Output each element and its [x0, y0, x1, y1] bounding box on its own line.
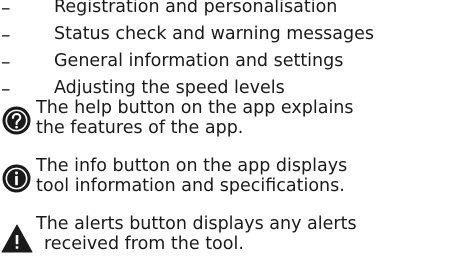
warning-triangle-icon — [1, 224, 33, 253]
help-question-icon — [2, 106, 31, 135]
bullet-dash: – — [1, 78, 11, 100]
list-item-text: Adjusting the speed levels — [54, 78, 285, 98]
list-item: – Registration and personalisation — [0, 0, 463, 20]
note-text: the features of the app. — [36, 118, 244, 138]
note-text: tool information and specifications. — [36, 176, 345, 196]
bullet-dash: – — [1, 0, 11, 19]
note-text: The alerts button displays any alerts — [36, 214, 357, 234]
bullet-dash: – — [1, 24, 11, 46]
list-item-text: General information and settings — [54, 51, 344, 71]
alerts-note: The alerts button displays any alerts re… — [0, 214, 463, 266]
list-item: – Adjusting the speed levels — [0, 74, 463, 101]
list-item-text: Status check and warning messages — [54, 24, 375, 44]
info-icon — [2, 164, 31, 193]
document-page: – Registration and personalisation – Sta… — [0, 0, 463, 273]
feature-list: – Registration and personalisation – Sta… — [0, 0, 463, 101]
list-item: – Status check and warning messages — [0, 20, 463, 47]
bullet-dash: – — [1, 51, 11, 73]
info-note: The info button on the app displays tool… — [0, 156, 463, 208]
note-text: The info button on the app displays — [36, 156, 348, 176]
list-item: – General information and settings — [0, 47, 463, 74]
note-text: The help button on the app explains — [36, 98, 354, 118]
help-note: The help button on the app explains the … — [0, 98, 463, 150]
list-item-text: Registration and personalisation — [54, 0, 338, 17]
note-text: received from the tool. — [44, 234, 244, 254]
